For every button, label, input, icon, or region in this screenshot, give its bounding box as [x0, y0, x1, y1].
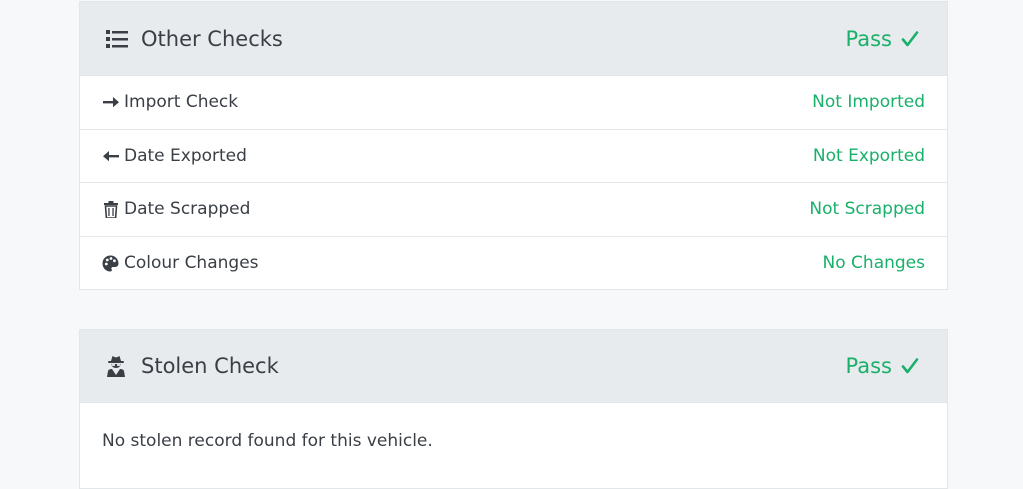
other-checks-card: Other Checks Pass Import Check Not Impor…: [79, 1, 948, 290]
checkmark-icon: [901, 357, 919, 375]
table-row: Import Check Not Imported: [80, 76, 947, 130]
table-row: Date Scrapped Not Scrapped: [80, 183, 947, 237]
arrow-right-icon: [102, 94, 119, 111]
trash-icon: [102, 200, 119, 218]
import-check-value: Not Imported: [812, 92, 925, 113]
table-row: Colour Changes No Changes: [80, 237, 947, 291]
date-exported-value: Not Exported: [812, 145, 925, 166]
date-scrapped-value: Not Scrapped: [809, 199, 925, 220]
colour-changes-value: No Changes: [822, 253, 925, 274]
stolen-check-status-label: Pass: [845, 354, 892, 378]
other-checks-status: Pass: [846, 27, 919, 51]
stolen-check-card: Stolen Check Pass No stolen record found…: [79, 329, 948, 489]
arrow-left-icon: [102, 147, 119, 164]
list-icon: [106, 28, 128, 50]
stolen-check-message: No stolen record found for this vehicle.: [102, 431, 433, 451]
stolen-check-status: Pass: [846, 354, 919, 378]
checkmark-icon: [901, 30, 919, 48]
user-secret-icon: [106, 355, 128, 377]
other-checks-header: Other Checks Pass: [80, 2, 947, 76]
palette-icon: [102, 255, 119, 272]
date-scrapped-label: Date Scrapped: [124, 199, 251, 220]
stolen-check-title: Stolen Check: [141, 354, 279, 378]
other-checks-title: Other Checks: [141, 26, 283, 51]
other-checks-status-label: Pass: [845, 26, 892, 51]
colour-changes-label: Colour Changes: [124, 253, 259, 274]
date-exported-label: Date Exported: [124, 145, 247, 166]
stolen-check-header: Stolen Check Pass: [80, 330, 947, 403]
import-check-label: Import Check: [124, 92, 239, 113]
table-row: Date Exported Not Exported: [80, 130, 947, 183]
